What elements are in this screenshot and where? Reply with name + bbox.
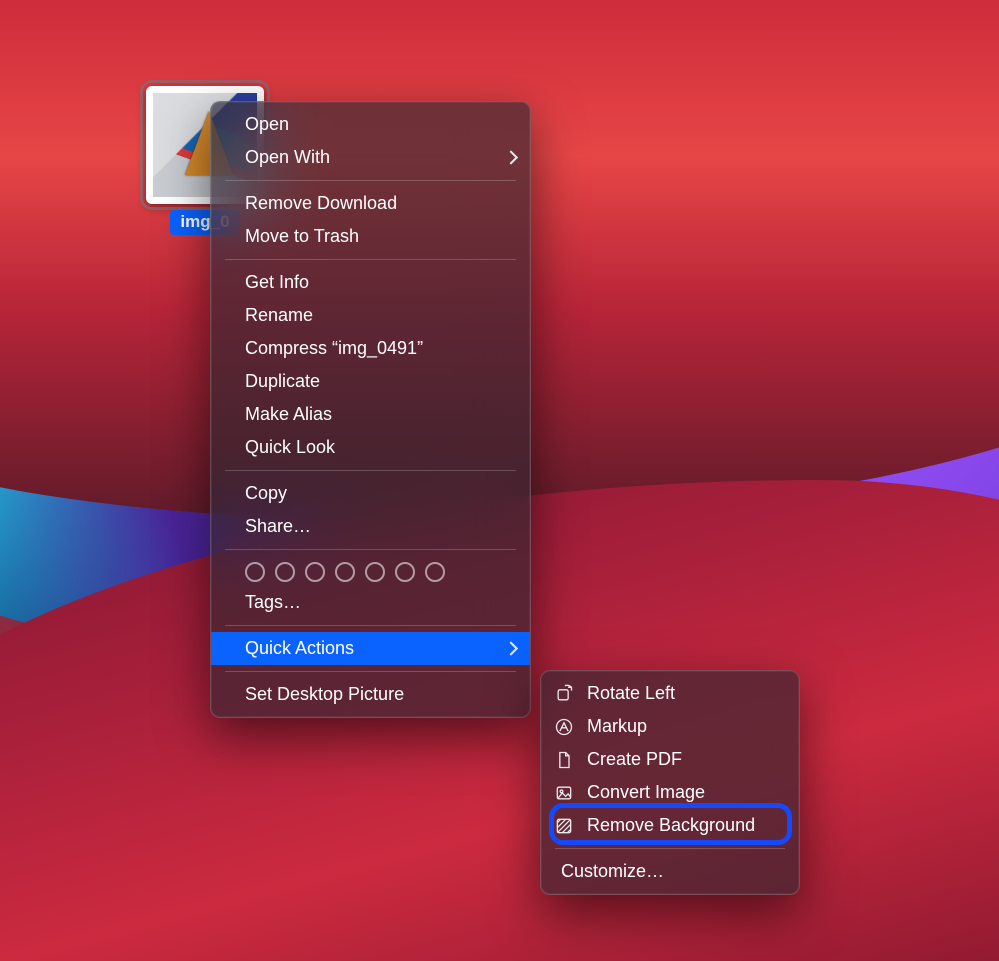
menu-item-open-with[interactable]: Open With	[211, 141, 530, 174]
document-icon	[553, 749, 575, 771]
menu-item-label: Open With	[245, 147, 330, 168]
submenu-item-label: Markup	[587, 716, 647, 737]
submenu-item-label: Customize…	[561, 861, 664, 882]
submenu-item-label: Remove Background	[587, 815, 755, 836]
tag-color[interactable]	[365, 562, 385, 582]
menu-item-copy[interactable]: Copy	[211, 477, 530, 510]
menu-item-label: Remove Download	[245, 193, 397, 214]
tag-color[interactable]	[275, 562, 295, 582]
menu-item-move-to-trash[interactable]: Move to Trash	[211, 220, 530, 253]
menu-item-label: Share…	[245, 516, 311, 537]
submenu-item-create-pdf[interactable]: Create PDF	[541, 743, 799, 776]
submenu-item-label: Convert Image	[587, 782, 705, 803]
menu-item-label: Duplicate	[245, 371, 320, 392]
menu-item-label: Open	[245, 114, 289, 135]
menu-item-quick-actions[interactable]: Quick Actions	[211, 632, 530, 665]
menu-separator	[225, 549, 516, 550]
menu-item-tags[interactable]: Tags…	[211, 586, 530, 619]
submenu-item-remove-background[interactable]: Remove Background	[541, 809, 799, 842]
menu-item-label: Tags…	[245, 592, 301, 613]
menu-item-label: Move to Trash	[245, 226, 359, 247]
tag-color[interactable]	[245, 562, 265, 582]
menu-item-open[interactable]: Open	[211, 108, 530, 141]
menu-item-set-desktop-picture[interactable]: Set Desktop Picture	[211, 678, 530, 711]
submenu-item-rotate-left[interactable]: Rotate Left	[541, 677, 799, 710]
menu-separator	[225, 625, 516, 626]
menu-item-make-alias[interactable]: Make Alias	[211, 398, 530, 431]
submenu-item-customize[interactable]: Customize…	[541, 855, 799, 888]
menu-item-label: Make Alias	[245, 404, 332, 425]
tag-color[interactable]	[395, 562, 415, 582]
submenu-item-label: Rotate Left	[587, 683, 675, 704]
submenu-item-convert-image[interactable]: Convert Image	[541, 776, 799, 809]
desktop[interactable]: img_0 Open Open With Remove Download Mov…	[0, 0, 999, 961]
quick-actions-submenu: Rotate Left Markup Create PDF Convert Im…	[540, 670, 800, 895]
menu-item-label: Quick Look	[245, 437, 335, 458]
remove-background-icon	[553, 815, 575, 837]
menu-separator	[225, 259, 516, 260]
image-icon	[553, 782, 575, 804]
menu-item-label: Compress “img_0491”	[245, 338, 423, 359]
menu-item-share[interactable]: Share…	[211, 510, 530, 543]
tag-color[interactable]	[305, 562, 325, 582]
menu-item-label: Quick Actions	[245, 638, 354, 659]
menu-item-get-info[interactable]: Get Info	[211, 266, 530, 299]
menu-separator	[555, 848, 785, 849]
menu-item-label: Rename	[245, 305, 313, 326]
menu-item-compress[interactable]: Compress “img_0491”	[211, 332, 530, 365]
context-menu: Open Open With Remove Download Move to T…	[210, 101, 531, 718]
submenu-item-markup[interactable]: Markup	[541, 710, 799, 743]
menu-separator	[225, 180, 516, 181]
menu-item-label: Set Desktop Picture	[245, 684, 404, 705]
rotate-left-icon	[553, 683, 575, 705]
markup-icon	[553, 716, 575, 738]
menu-item-label: Copy	[245, 483, 287, 504]
tag-color[interactable]	[335, 562, 355, 582]
menu-item-remove-download[interactable]: Remove Download	[211, 187, 530, 220]
menu-item-rename[interactable]: Rename	[211, 299, 530, 332]
submenu-item-label: Create PDF	[587, 749, 682, 770]
tag-color[interactable]	[425, 562, 445, 582]
tags-color-row	[211, 556, 530, 586]
menu-item-label: Get Info	[245, 272, 309, 293]
menu-separator	[225, 671, 516, 672]
menu-item-quick-look[interactable]: Quick Look	[211, 431, 530, 464]
menu-separator	[225, 470, 516, 471]
menu-item-duplicate[interactable]: Duplicate	[211, 365, 530, 398]
